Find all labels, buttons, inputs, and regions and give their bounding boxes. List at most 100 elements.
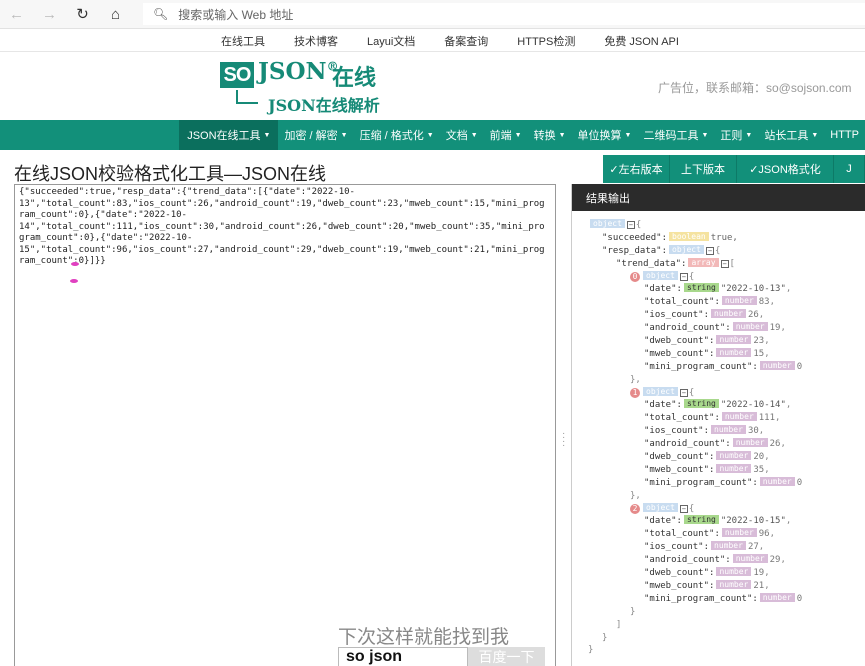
tree-row: }, — [588, 374, 802, 387]
type-badge-number: number — [759, 592, 795, 602]
top-link-3[interactable]: 备案查询 — [444, 33, 488, 49]
address-bar[interactable]: 🔍︎ 搜索或输入 Web 地址 — [143, 3, 865, 25]
json-key: "trend_data": — [616, 258, 687, 269]
type-badge-object: object — [643, 502, 678, 512]
json-format-button[interactable]: ✓JSON格式化 — [737, 155, 834, 183]
tree-row: }, — [588, 490, 802, 503]
tree-row: "total_count": number 96, — [588, 528, 802, 541]
tree-row: ] — [588, 619, 802, 632]
json-value: 35 — [753, 464, 765, 475]
caret-down-icon: ▼ — [263, 131, 271, 139]
nav-item-7[interactable]: 二维码工具 ▼ — [637, 120, 714, 150]
result-panel: 结果输出 object −{"succeeded": boolean true, "re… — [571, 184, 865, 666]
nav-item-9[interactable]: 站长工具 ▼ — [758, 120, 824, 150]
brace: { — [688, 387, 695, 398]
tree-row: "ios_count": number 26, — [588, 309, 802, 322]
brace: } — [630, 606, 636, 617]
editor-line: 15","total_count":96,"ios_count":27,"and… — [19, 244, 545, 255]
json-key: "ios_count": — [644, 310, 710, 321]
nav-item-10[interactable]: HTTP — [824, 120, 865, 150]
back-arrow-icon[interactable]: ← — [0, 0, 33, 29]
comma: , — [780, 555, 786, 566]
logo-cn-text[interactable]: 在线 — [332, 60, 376, 92]
json-key: "android_count": — [644, 323, 731, 334]
forward-arrow-icon[interactable]: → — [33, 0, 66, 29]
brace: }, — [630, 490, 641, 501]
nav-item-label: 站长工具 — [764, 130, 809, 142]
extra-button[interactable]: J — [834, 155, 865, 183]
collapse-toggle-icon[interactable]: − — [679, 388, 688, 397]
caret-down-icon: ▼ — [811, 131, 819, 139]
logo-so-box[interactable]: SO — [220, 62, 254, 88]
browser-toolbar: ← → ↻ ⌂ 🔍︎ 搜索或输入 Web 地址 — [0, 0, 865, 29]
collapse-toggle-icon[interactable]: − — [679, 504, 688, 513]
nav-item-5[interactable]: 转换 ▼ — [528, 120, 572, 150]
comma: , — [769, 297, 776, 308]
json-tree-view: object −{"succeeded": boolean true, "resp_da… — [588, 219, 802, 657]
type-badge-number: number — [716, 463, 752, 473]
type-badge-object: object — [643, 386, 678, 396]
nav-item-label: 转换 — [533, 130, 556, 142]
json-value: 21 — [753, 580, 765, 591]
type-badge-string: string — [683, 283, 719, 293]
site-header: SO JSON® 在线 JSON在线解析 广告位，联系邮箱：so@sojson.… — [0, 51, 865, 119]
json-key: "ios_count": — [644, 426, 710, 437]
search-icon: 🔍︎ — [153, 7, 169, 21]
caret-down-icon: ▼ — [624, 131, 632, 139]
json-key: "dweb_count": — [644, 336, 715, 347]
nav-item-4[interactable]: 前端 ▼ — [484, 120, 528, 150]
nav-item-2[interactable]: 压缩 / 格式化 ▼ — [354, 120, 440, 150]
brace: } — [588, 645, 594, 656]
top-link-0[interactable]: 在线工具 — [221, 33, 265, 49]
type-badge-number: number — [721, 296, 757, 306]
brace: }, — [630, 374, 641, 385]
tree-row: "date": string "2022-10-13", — [588, 283, 802, 296]
collapse-toggle-icon[interactable]: − — [626, 221, 635, 229]
tree-row: "android_count": number 29, — [588, 554, 802, 567]
json-value: 29 — [769, 555, 781, 566]
nav-item-8[interactable]: 正则 ▼ — [714, 120, 758, 150]
json-input-text[interactable]: {"succeeded":true,"resp_data":{"trend_da… — [19, 187, 553, 268]
nav-item-6[interactable]: 单位换算 ▼ — [572, 120, 638, 150]
tree-row: "date": string "2022-10-14", — [588, 399, 802, 412]
nav-item-label: 前端 — [489, 130, 512, 142]
home-icon[interactable]: ⌂ — [99, 0, 132, 29]
tree-row: "date": string "2022-10-15", — [588, 515, 802, 528]
json-value: 19 — [769, 323, 781, 334]
nav-item-label: 文档 — [445, 130, 468, 142]
caret-down-icon: ▼ — [745, 131, 753, 139]
json-key: "dweb_count": — [644, 568, 715, 579]
json-input-editor[interactable]: {"succeeded":true,"resp_data":{"trend_da… — [14, 184, 556, 666]
json-value: true, — [710, 232, 738, 243]
baidu-search-button[interactable]: 百度一下 — [468, 647, 545, 666]
left-right-version-button[interactable]: ✓左右版本 — [603, 155, 670, 183]
logo-json-text[interactable]: JSON® — [258, 58, 339, 85]
editor-line: 13","total_count":83,"ios_count":26,"and… — [19, 198, 545, 209]
top-bottom-version-button[interactable]: 上下版本 — [670, 155, 737, 183]
refresh-icon[interactable]: ↻ — [66, 0, 99, 29]
nav-item-0[interactable]: JSON在线工具 ▼ — [179, 120, 279, 150]
array-index-badge: 2 — [630, 503, 640, 514]
type-badge-number: number — [721, 412, 757, 422]
nav-item-label: 正则 — [720, 130, 743, 142]
json-value: 23 — [753, 336, 765, 347]
nav-item-1[interactable]: 加密 / 解密 ▼ — [278, 120, 353, 150]
tree-row: "dweb_count": number 19, — [588, 567, 802, 580]
pane-splitter-handle[interactable]: · · · · — [562, 429, 565, 451]
type-badge-object: object — [669, 244, 704, 254]
collapse-toggle-icon[interactable]: − — [705, 246, 714, 255]
nav-item-3[interactable]: 文档 ▼ — [440, 120, 484, 150]
baidu-search-input[interactable]: so json — [338, 647, 468, 666]
collapse-toggle-icon[interactable]: − — [720, 259, 729, 268]
top-link-4[interactable]: HTTPS检测 — [517, 33, 575, 49]
top-link-1[interactable]: 技术博客 — [294, 33, 338, 49]
collapse-toggle-icon[interactable]: − — [679, 272, 688, 281]
bracket: ] — [616, 619, 622, 630]
top-link-2[interactable]: Layui文档 — [367, 33, 415, 49]
caret-down-icon: ▼ — [701, 131, 709, 139]
logo-connector — [236, 90, 258, 104]
type-badge-string: string — [683, 515, 719, 525]
top-link-5[interactable]: 免费 JSON API — [604, 33, 679, 49]
caret-down-icon: ▼ — [514, 131, 522, 139]
brace: { — [688, 271, 695, 282]
